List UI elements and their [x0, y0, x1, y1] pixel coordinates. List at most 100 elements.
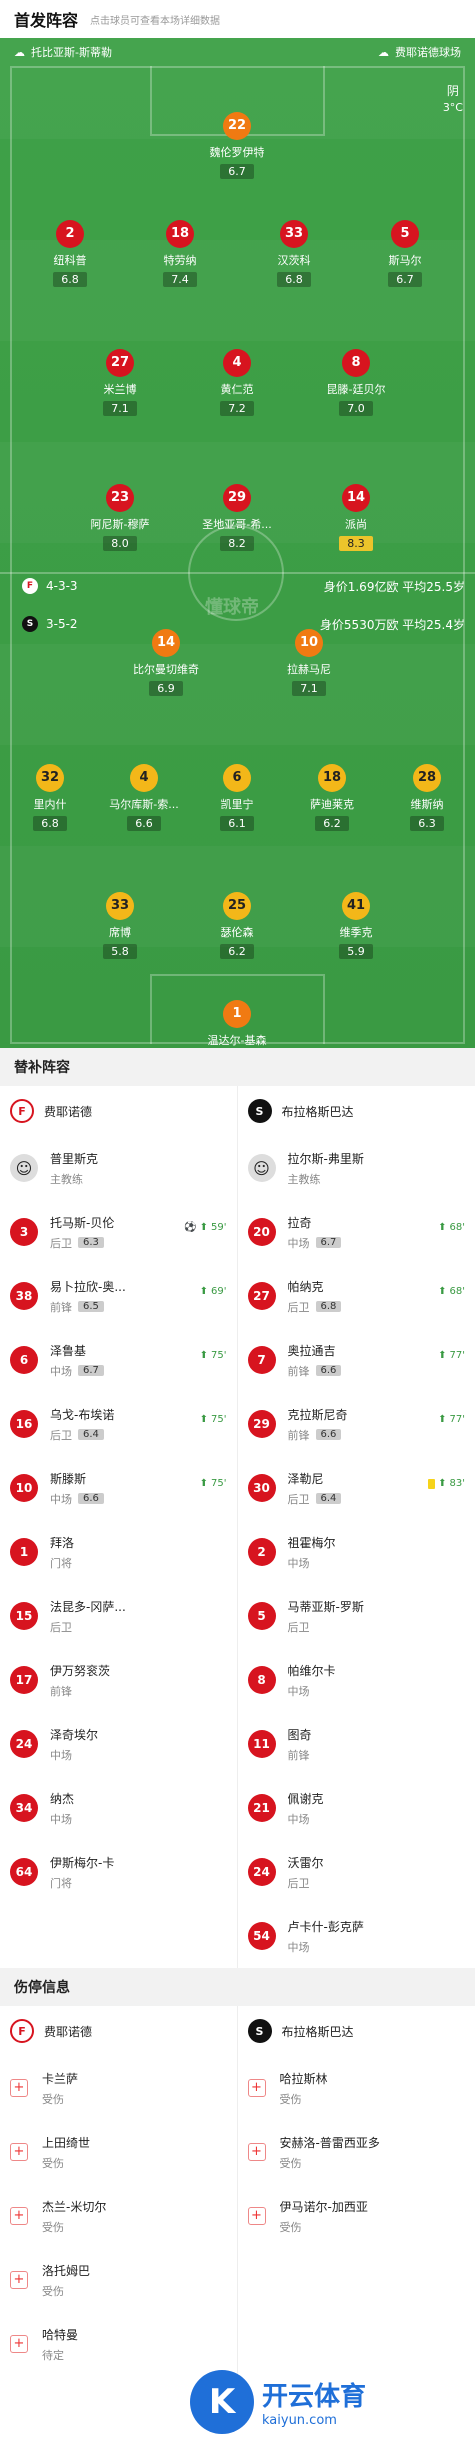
sub-player-row[interactable]: ☺ 拉尔斯-弗里斯 主教练 — [238, 1136, 475, 1200]
player-marker[interactable]: 1温达尔-基森6.7 — [192, 1000, 282, 1048]
sub-player-row[interactable]: 24 泽奇埃尔 中场 — [0, 1712, 237, 1776]
coach-avatar: ☺ — [10, 1154, 38, 1182]
player-marker[interactable]: 18 萨迪莱克 6.2 — [287, 764, 377, 831]
player-marker[interactable]: 14 派尚 8.3 — [311, 484, 401, 551]
player-number: 10 — [295, 629, 323, 657]
sub-player-row[interactable]: 20 拉奇 中场 6.7 ⬆ 68' — [238, 1200, 475, 1264]
sub-player-row[interactable]: 27 帕纳克 后卫 6.8 ⬆ 68' — [238, 1264, 475, 1328]
sub-in-icon: ⬆ — [438, 1286, 447, 1297]
sub-in-time: ⬆ 75' — [200, 1478, 227, 1489]
player-number: 41 — [342, 892, 370, 920]
sub-player-row[interactable]: 8 帕维尔卡 中场 — [238, 1648, 475, 1712]
stadium-label: 费耶诺德球场 — [395, 46, 461, 59]
sub-player-row[interactable]: 17 伊万努衮茨 前锋 — [0, 1648, 237, 1712]
injury-row[interactable]: + 安赫洛-普雷西亚多 受伤 — [238, 2120, 475, 2184]
sub-player-row[interactable]: 29 克拉斯尼奇 前锋 6.6 ⬆ 77' — [238, 1392, 475, 1456]
home-injury-team-row[interactable]: F 费耶诺德 — [0, 2006, 237, 2056]
injury-row[interactable]: + 洛托姆巴 受伤 — [0, 2248, 237, 2312]
player-marker[interactable]: 41 维季克 5.9 — [311, 892, 401, 959]
injury-status-row: 受伤 — [280, 2155, 466, 2171]
sub-player-row[interactable]: 2 祖霍梅尔 中场 — [238, 1520, 475, 1584]
sub-player-row[interactable]: 11 图奇 前锋 — [238, 1712, 475, 1776]
sub-number: 11 — [247, 1730, 276, 1758]
player-marker[interactable]: 29 圣地亚哥-希... 8.2 — [192, 484, 282, 551]
sub-player-row[interactable]: 21 佩谢克 中场 — [238, 1776, 475, 1840]
sub-player-row[interactable]: 24 沃雷尔 后卫 — [238, 1840, 475, 1904]
player-marker[interactable]: 8 昆滕-廷贝尔 7.0 — [311, 349, 401, 416]
sub-player-row[interactable]: 5 马蒂亚斯-罗斯 后卫 — [238, 1584, 475, 1648]
player-number: 5 — [391, 220, 419, 248]
injury-row[interactable]: + 卡兰萨 受伤 — [0, 2056, 237, 2120]
home-team-row[interactable]: F 费耶诺德 — [0, 1086, 237, 1136]
sub-player-row[interactable]: 64 伊斯梅尔-卡 门将 — [0, 1840, 237, 1904]
sub-minute: 75' — [211, 1350, 227, 1361]
sub-player-row[interactable]: ☺ 普里斯克 主教练 — [0, 1136, 237, 1200]
away-injury-team-row[interactable]: S 布拉格斯巴达 — [238, 2006, 475, 2056]
sub-player-row[interactable]: 38 易卜拉欣-奥... 前锋 6.5 ⬆ 69' — [0, 1264, 237, 1328]
sub-rating: 6.7 — [315, 1237, 342, 1248]
player-name: 圣地亚哥-希... — [202, 518, 272, 531]
sub-player-row[interactable]: 7 奥拉通吉 前锋 6.6 ⬆ 77' — [238, 1328, 475, 1392]
player-number: 33 — [106, 892, 134, 920]
player-marker[interactable]: 33 席博 5.8 — [75, 892, 165, 959]
home-meta: 身价1.69亿欧 平均25.5岁 — [323, 580, 465, 594]
player-marker[interactable]: 4 黄仁范 7.2 — [192, 349, 282, 416]
sub-player-row[interactable]: 1 拜洛 门将 — [0, 1520, 237, 1584]
page-title: 首发阵容 — [14, 11, 79, 30]
player-marker[interactable]: 22 魏伦罗伊特 6.7 — [192, 112, 282, 179]
injury-row[interactable]: + 上田绮世 受伤 — [0, 2120, 237, 2184]
away-team-row[interactable]: S 布拉格斯巴达 — [238, 1086, 475, 1136]
sub-player-row[interactable]: 3 托马斯-贝伦 后卫 6.3 ⚽ ⬆ 59' — [0, 1200, 237, 1264]
injury-row[interactable]: + 伊马诺尔-加西亚 受伤 — [238, 2184, 475, 2248]
player-name: 凯里宁 — [220, 798, 254, 811]
player-marker[interactable]: 5 斯马尔 6.7 — [360, 220, 450, 287]
weather-condition: 阴 — [446, 84, 459, 98]
sub-position-row: 后卫 — [50, 1619, 227, 1635]
sub-player-row[interactable]: 34 纳杰 中场 — [0, 1776, 237, 1840]
sub-player-row[interactable]: 6 泽鲁基 中场 6.7 ⬆ 75' — [0, 1328, 237, 1392]
injury-row[interactable]: + 哈拉斯林 受伤 — [238, 2056, 475, 2120]
player-marker[interactable]: 18 特劳纳 7.4 — [135, 220, 225, 287]
player-name: 黄仁范 — [220, 383, 254, 396]
player-marker[interactable]: 32 里内什 6.8 — [5, 764, 95, 831]
sub-position: 后卫 — [50, 1620, 72, 1634]
player-marker[interactable]: 33 汉茨科 6.8 — [249, 220, 339, 287]
player-rating: 5.8 — [103, 944, 137, 959]
player-marker[interactable]: 28 维斯纳 6.3 — [382, 764, 472, 831]
sub-player-row[interactable]: 10 斯滕斯 中场 6.6 ⬆ 75' — [0, 1456, 237, 1520]
injury-player-name: 上田绮世 — [42, 2135, 91, 2150]
sub-player-row[interactable]: 54 卢卡什-彭克萨 中场 — [238, 1904, 475, 1968]
sub-number: 38 — [10, 1282, 38, 1310]
sub-player-row[interactable]: 30 泽勒尼 后卫 6.4 ⬆ 83' — [238, 1456, 475, 1520]
sub-position-row: 门将 — [50, 1555, 227, 1571]
sub-info: 帕维尔卡 中场 — [288, 1662, 466, 1699]
injury-row[interactable]: + 杰兰-米切尔 受伤 — [0, 2184, 237, 2248]
sub-player-row[interactable]: 16 乌戈-布埃诺 后卫 6.4 ⬆ 75' — [0, 1392, 237, 1456]
feyenoord-logo-icon: F — [10, 1099, 34, 1123]
injury-info: 安赫洛-普雷西亚多 受伤 — [280, 2134, 466, 2171]
away-team-name: 布拉格斯巴达 — [281, 1104, 354, 1119]
injury-row[interactable]: + 哈特曼 待定 — [0, 2312, 237, 2376]
away-formation-value: 3-5-2 — [46, 617, 78, 631]
sub-position: 前锋 — [287, 1748, 310, 1762]
sub-position-row: 后卫 6.4 — [288, 1491, 466, 1507]
sub-position: 中场 — [50, 1364, 72, 1378]
sub-rating: 6.4 — [78, 1429, 104, 1440]
player-marker[interactable]: 2 纽科普 6.8 — [25, 220, 115, 287]
player-name: 比尔曼切维奇 — [133, 663, 199, 676]
injury-info: 杰兰-米切尔 受伤 — [42, 2198, 227, 2235]
sub-player-row[interactable]: 15 法昆多-冈萨... 后卫 — [0, 1584, 237, 1648]
home-formation: F 4-3-3 — [22, 578, 78, 594]
player-name: 昆滕-廷贝尔 — [326, 383, 386, 396]
player-marker[interactable]: 10 拉赫马尼 7.1 — [264, 629, 354, 696]
player-marker[interactable]: 27 米兰博 7.1 — [75, 349, 165, 416]
sub-info: 拜洛 门将 — [50, 1534, 227, 1571]
injury-player-name: 杰兰-米切尔 — [42, 2199, 107, 2214]
player-marker[interactable]: 23 阿尼斯-穆萨 8.0 — [75, 484, 165, 551]
player-marker[interactable]: 4 马尔库斯-索... 6.6 — [99, 764, 189, 831]
player-name: 温达尔-基森 — [207, 1034, 267, 1047]
player-marker[interactable]: 25 瑟伦森 6.2 — [192, 892, 282, 959]
player-marker[interactable]: 14 比尔曼切维奇 6.9 — [121, 629, 211, 696]
player-marker[interactable]: 6 凯里宁 6.1 — [192, 764, 282, 831]
sub-number: 30 — [247, 1474, 276, 1502]
